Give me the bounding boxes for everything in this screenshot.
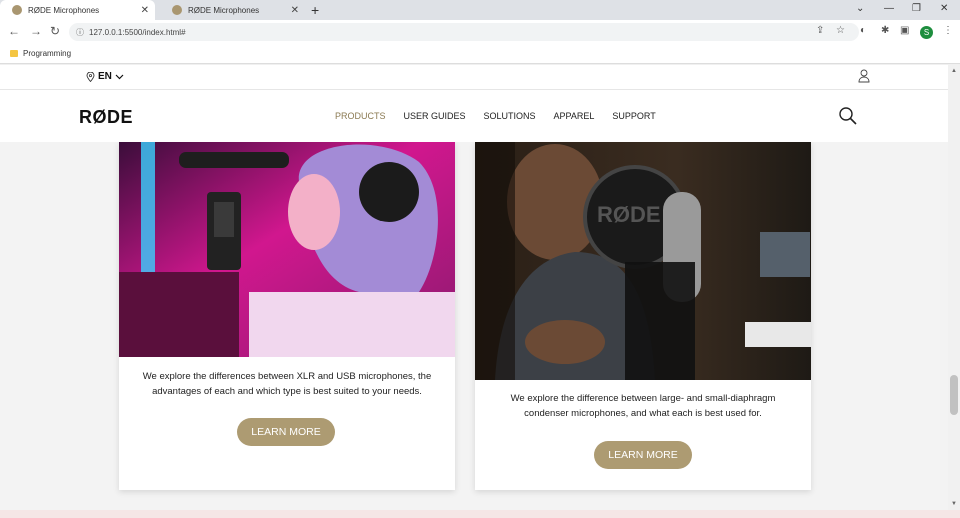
learn-more-button[interactable]: LEARN MORE bbox=[594, 441, 692, 469]
close-tab-icon[interactable]: ✕ bbox=[291, 5, 299, 16]
folder-icon bbox=[10, 50, 18, 57]
share-icon[interactable]: ⇪ bbox=[816, 25, 824, 36]
favicon-icon bbox=[12, 5, 22, 15]
tab-search-icon[interactable]: ⌄ bbox=[856, 3, 864, 14]
profile-avatar[interactable]: S bbox=[920, 26, 933, 39]
card-description: We explore the differences between XLR a… bbox=[142, 371, 432, 397]
new-tab-button[interactable]: + bbox=[311, 2, 319, 18]
site-info-icon[interactable]: ⓘ bbox=[76, 27, 84, 38]
url-text: 127.0.0.1:5500/index.html# bbox=[89, 27, 186, 37]
main-navigation: RØDE PRODUCTS USER GUIDES SOLUTIONS APPA… bbox=[0, 90, 948, 142]
page-content: We explore the differences between XLR a… bbox=[0, 142, 948, 510]
reload-icon[interactable]: ↻ bbox=[50, 24, 60, 38]
card-image: RØDE bbox=[475, 142, 811, 380]
card-description: We explore the difference between large-… bbox=[510, 393, 776, 419]
site-logo[interactable]: RØDE bbox=[79, 107, 133, 128]
tab-title: RØDE Microphones bbox=[188, 5, 260, 15]
tab-title: RØDE Microphones bbox=[28, 5, 100, 15]
favicon-icon bbox=[172, 5, 182, 15]
card-image bbox=[119, 142, 455, 357]
forward-icon[interactable]: → bbox=[30, 24, 42, 38]
nav-link-products[interactable]: PRODUCTS bbox=[335, 111, 386, 121]
scroll-up-icon[interactable]: ▲ bbox=[951, 68, 957, 74]
user-account-icon[interactable] bbox=[858, 69, 870, 83]
language-label: EN bbox=[98, 71, 112, 82]
nav-link-support[interactable]: SUPPORT bbox=[612, 111, 655, 121]
nav-links: PRODUCTS USER GUIDES SOLUTIONS APPAREL S… bbox=[335, 111, 656, 121]
next-section-edge bbox=[0, 510, 960, 518]
menu-icon[interactable]: ⋮ bbox=[943, 25, 953, 36]
close-window-icon[interactable]: ✕ bbox=[940, 3, 948, 14]
scrollbar-thumb[interactable] bbox=[950, 375, 958, 415]
browser-toolbar: ← → ↻ ⓘ 127.0.0.1:5500/index.html# ⇪ ☆ ◐… bbox=[0, 20, 960, 44]
browser-tab-strip: RØDE Microphones ✕ RØDE Microphones ✕ + … bbox=[0, 0, 960, 20]
search-icon[interactable] bbox=[838, 106, 858, 126]
bookmark-folder[interactable]: Programming bbox=[23, 49, 71, 58]
bookmark-star-icon[interactable]: ☆ bbox=[836, 25, 845, 36]
back-icon[interactable]: ← bbox=[8, 24, 20, 38]
chevron-down-icon bbox=[115, 74, 124, 79]
nav-link-user-guides[interactable]: USER GUIDES bbox=[404, 111, 466, 121]
page-scrollbar[interactable]: ▲ ▼ bbox=[948, 65, 960, 510]
extensions-puzzle-icon[interactable]: ✱ bbox=[881, 25, 889, 36]
nav-link-solutions[interactable]: SOLUTIONS bbox=[484, 111, 536, 121]
svg-text:RØDE: RØDE bbox=[597, 202, 661, 227]
bookmarks-bar: Programming bbox=[0, 44, 960, 64]
language-selector[interactable]: EN bbox=[86, 71, 124, 82]
nav-link-apparel[interactable]: APPAREL bbox=[554, 111, 595, 121]
location-pin-icon bbox=[86, 71, 95, 82]
restore-icon[interactable]: ❐ bbox=[912, 3, 921, 14]
browser-tab-inactive[interactable]: RØDE Microphones ✕ bbox=[160, 0, 305, 20]
close-tab-icon[interactable]: ✕ bbox=[141, 5, 149, 16]
side-panel-icon[interactable]: ▣ bbox=[900, 25, 909, 36]
scroll-down-icon[interactable]: ▼ bbox=[951, 501, 957, 507]
browser-tab-active[interactable]: RØDE Microphones ✕ bbox=[0, 0, 155, 20]
site-utility-bar: EN bbox=[0, 65, 948, 90]
minimize-icon[interactable]: — bbox=[884, 3, 894, 14]
extension-icon[interactable]: ◐ bbox=[860, 25, 866, 36]
learn-more-button[interactable]: LEARN MORE bbox=[237, 418, 335, 446]
article-card: RØDE We explore the difference between l… bbox=[475, 142, 811, 490]
address-bar[interactable]: ⓘ 127.0.0.1:5500/index.html# bbox=[69, 23, 859, 41]
article-card: We explore the differences between XLR a… bbox=[119, 142, 455, 490]
